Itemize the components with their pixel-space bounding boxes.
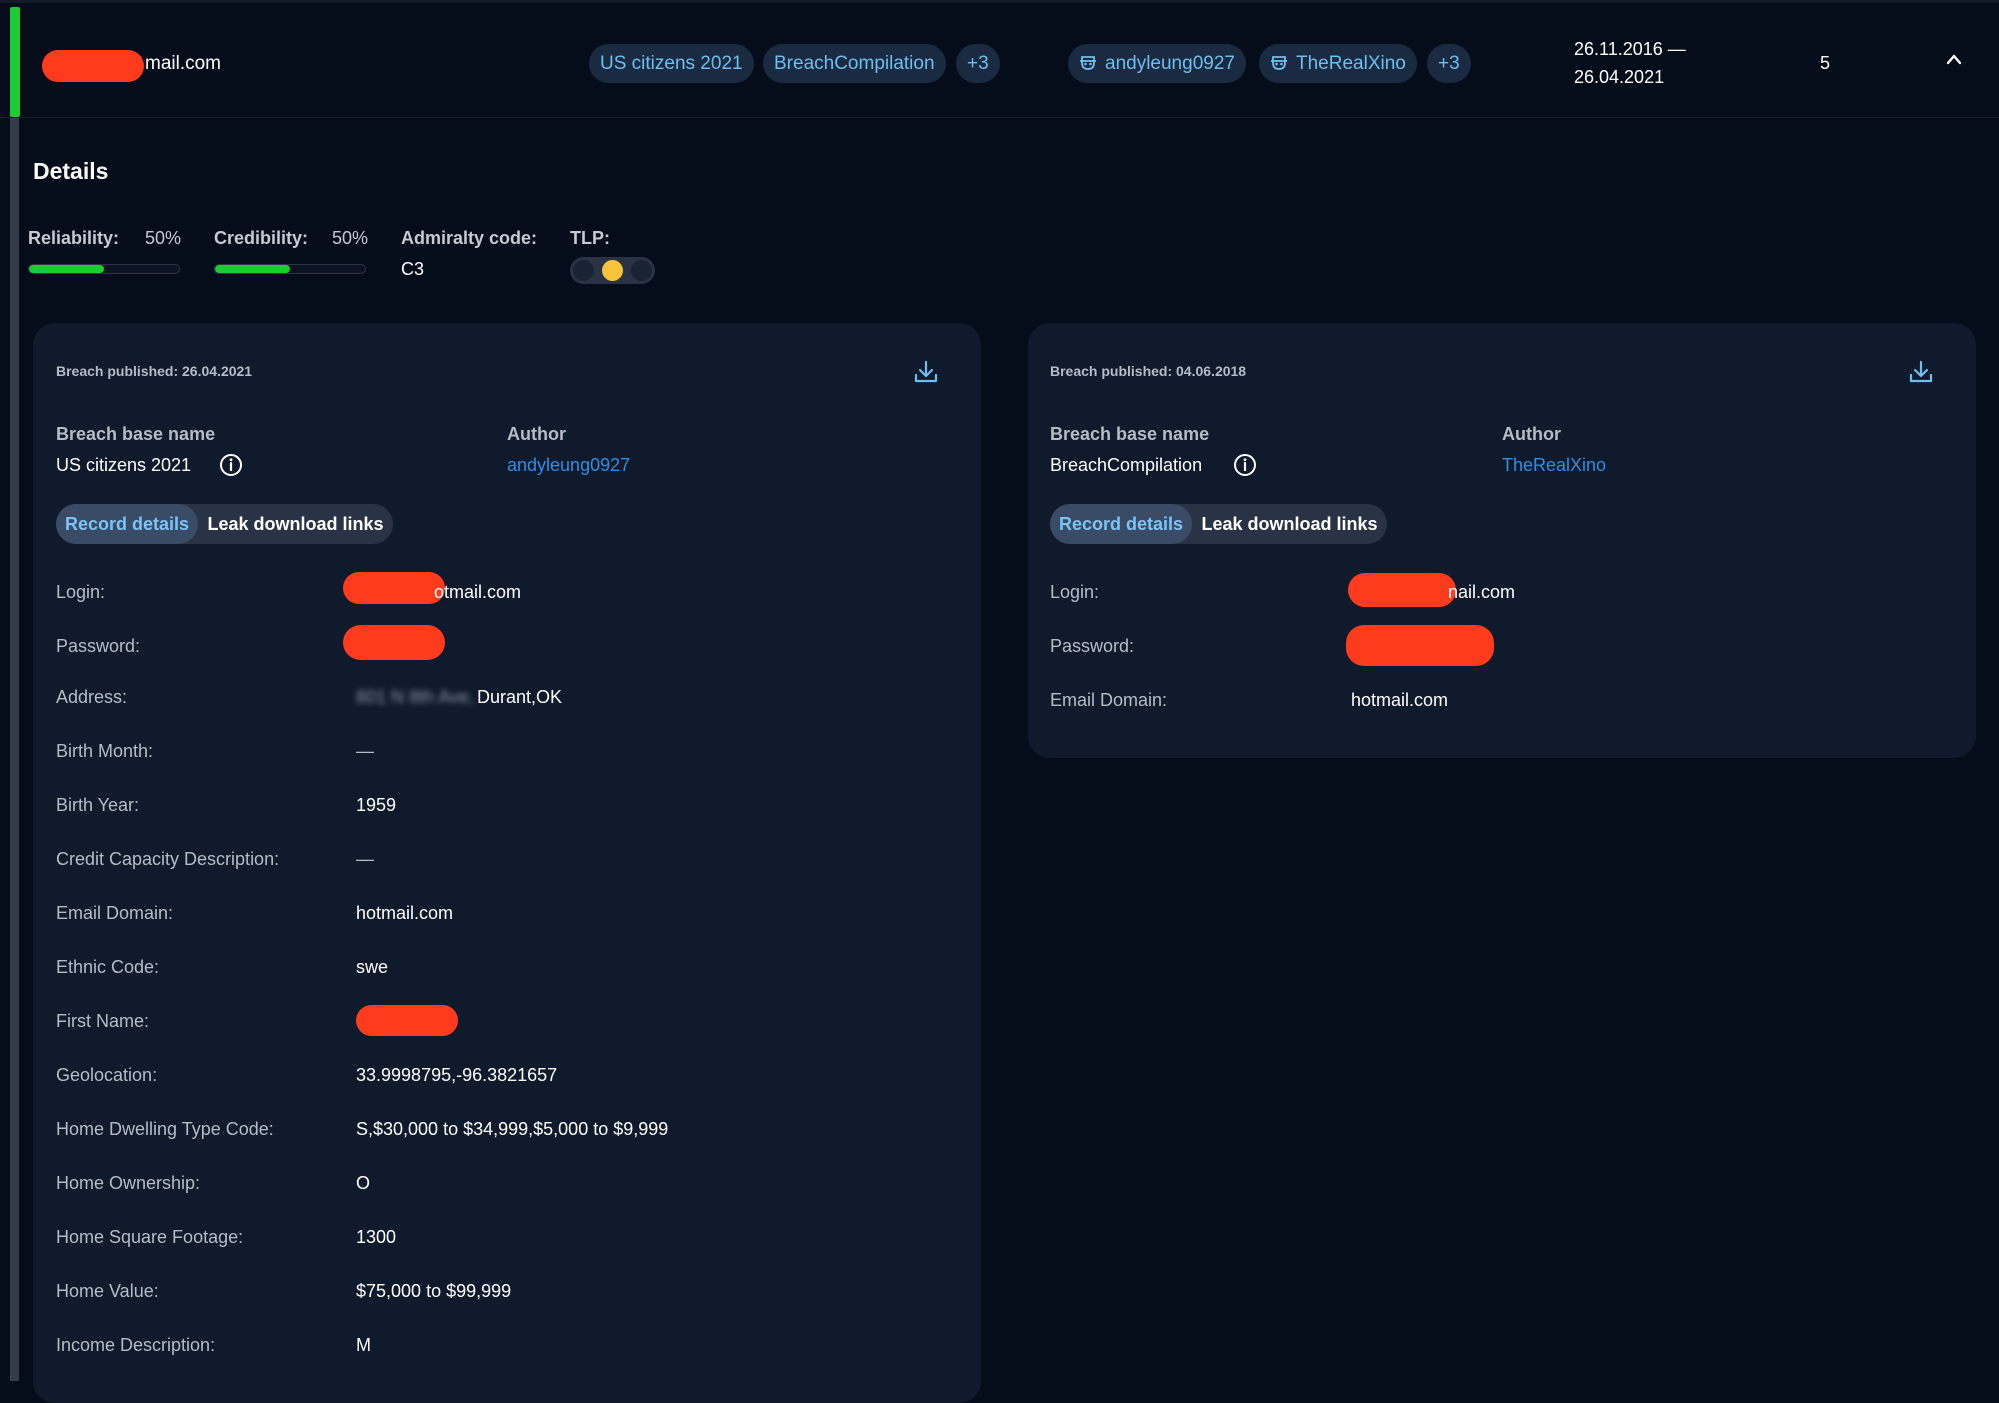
result-row-header[interactable]: mail.com US citizens 2021 BreachCompilat…: [0, 0, 1999, 118]
field-value-credit-capacity: —: [356, 849, 374, 869]
author-link[interactable]: TheRealXino: [1502, 455, 1606, 476]
info-icon[interactable]: [219, 453, 243, 477]
field-value-email-domain: hotmail.com: [356, 903, 454, 923]
reliability-progress-fill: [29, 265, 104, 273]
download-icon[interactable]: [1908, 359, 1934, 385]
field-value-home-ownership: O: [356, 1173, 371, 1193]
redacted-first-name: [356, 1005, 458, 1036]
breach-chip-breachcompilation[interactable]: BreachCompilation: [763, 44, 946, 83]
redacted-login: [1348, 573, 1456, 607]
details-title: Details: [33, 158, 109, 184]
info-icon[interactable]: [1233, 453, 1257, 477]
author-label: Author: [507, 424, 566, 444]
admiralty-value: C3: [401, 259, 425, 279]
breach-published-date: Breach published: 04.06.2018: [1050, 363, 1247, 379]
reliability-label: Reliability:: [28, 228, 120, 248]
tlp-indicator: [570, 257, 655, 284]
breach-card-2: Breach published: 04.06.2018 Breach base…: [1028, 323, 1976, 758]
tlp-red-dot: [573, 260, 594, 281]
redacted-email-prefix: [42, 50, 144, 82]
admiralty-label: Admiralty code:: [401, 228, 538, 248]
field-label-birth-month: Birth Month:: [56, 741, 154, 761]
field-value-home-value: $75,000 to $99,999: [356, 1281, 512, 1301]
field-label-login: Login:: [1050, 582, 1100, 602]
field-value-home-dwelling: S,$30,000 to $34,999,$5,000 to $9,999: [356, 1119, 669, 1139]
author-chip-therealxino[interactable]: TheRealXino: [1259, 44, 1417, 83]
author-chip-more[interactable]: +3: [1427, 44, 1471, 83]
field-label-home-dwelling: Home Dwelling Type Code:: [56, 1119, 274, 1139]
author-chip-label: andyleung0927: [1105, 53, 1235, 74]
author-label: Author: [1502, 424, 1561, 444]
breach-published-date: Breach published: 26.04.2021: [56, 363, 253, 379]
date-range-end: 26.04.2021: [1574, 67, 1665, 87]
field-label-home-ownership: Home Ownership:: [56, 1173, 201, 1193]
field-label-email-domain: Email Domain:: [56, 903, 174, 923]
field-label-home-value: Home Value:: [56, 1281, 159, 1301]
reliability-progress: [28, 264, 180, 274]
field-label-password: Password:: [56, 636, 141, 656]
tlp-amber-dot: [602, 260, 623, 281]
field-value-birth-month: —: [356, 741, 374, 761]
author-chip-label: TheRealXino: [1296, 53, 1406, 74]
credibility-progress: [214, 264, 366, 274]
field-value-login: otmail.com: [434, 582, 522, 602]
breach-base-name: BreachCompilation: [1050, 455, 1203, 475]
field-label-geolocation: Geolocation:: [56, 1065, 158, 1085]
field-label-birth-year: Birth Year:: [56, 795, 140, 815]
author-chip-andyleung[interactable]: andyleung0927: [1068, 44, 1246, 83]
field-value-email-domain: hotmail.com: [1351, 690, 1449, 710]
breach-chip-more[interactable]: +3: [956, 44, 1000, 83]
row-email: mail.com: [145, 53, 222, 74]
redacted-login: [343, 572, 445, 604]
field-label-income-description: Income Description:: [56, 1335, 216, 1355]
tlp-label: TLP:: [570, 228, 610, 248]
field-value-geolocation: 33.9998795,-96.3821657: [356, 1065, 558, 1085]
row-accent-bar: [10, 7, 20, 117]
hacker-mask-icon: [1080, 56, 1096, 70]
field-value-home-square-footage: 1300: [356, 1227, 397, 1247]
redacted-password: [343, 625, 445, 660]
field-label-email-domain: Email Domain:: [1050, 690, 1168, 710]
sidebar-strip: [10, 118, 19, 1381]
record-tabs: Record details Leak download links: [1050, 504, 1387, 544]
breach-base-name-label: Breach base name: [56, 424, 216, 444]
author-link[interactable]: andyleung0927: [507, 455, 630, 476]
field-label-login: Login:: [56, 582, 106, 602]
breach-base-name-label: Breach base name: [1050, 424, 1210, 444]
hacker-mask-icon: [1271, 56, 1287, 70]
credibility-label: Credibility:: [214, 228, 309, 248]
field-label-home-square-footage: Home Square Footage:: [56, 1227, 244, 1247]
breach-card-1: Breach published: 26.04.2021 Breach base…: [33, 323, 981, 1403]
field-value-address-blurred: 801 N 8th Ave,: [356, 687, 474, 707]
tab-leak-download-links[interactable]: Leak download links: [198, 504, 393, 544]
field-value-birth-year: 1959: [356, 795, 397, 815]
field-value-income-description: M: [356, 1335, 371, 1355]
reliability-value: 50%: [145, 228, 182, 248]
field-value-login: nail.com: [1448, 582, 1516, 602]
tab-record-details[interactable]: Record details: [56, 504, 198, 544]
field-value-ethnic-code: swe: [356, 957, 389, 977]
tab-record-details[interactable]: Record details: [1050, 504, 1192, 544]
field-value-address: Durant,OK: [477, 687, 563, 707]
tab-leak-download-links[interactable]: Leak download links: [1192, 504, 1387, 544]
field-label-address: Address:: [56, 687, 128, 707]
chevron-up-icon[interactable]: [1946, 53, 1962, 65]
date-range-start: 26.11.2016 —: [1574, 39, 1686, 59]
record-tabs: Record details Leak download links: [56, 504, 393, 544]
field-label-password: Password:: [1050, 636, 1135, 656]
credibility-value: 50%: [332, 228, 369, 248]
breach-base-name: US citizens 2021: [56, 455, 192, 475]
field-label-first-name: First Name:: [56, 1011, 150, 1031]
credibility-progress-fill: [215, 265, 290, 273]
field-label-credit-capacity: Credit Capacity Description:: [56, 849, 280, 869]
record-count: 5: [1820, 53, 1831, 73]
download-icon[interactable]: [913, 359, 939, 385]
breach-chip-us-citizens[interactable]: US citizens 2021: [589, 44, 754, 83]
field-label-ethnic-code: Ethnic Code:: [56, 957, 160, 977]
redacted-password: [1346, 625, 1494, 666]
tlp-green-dot: [631, 260, 652, 281]
